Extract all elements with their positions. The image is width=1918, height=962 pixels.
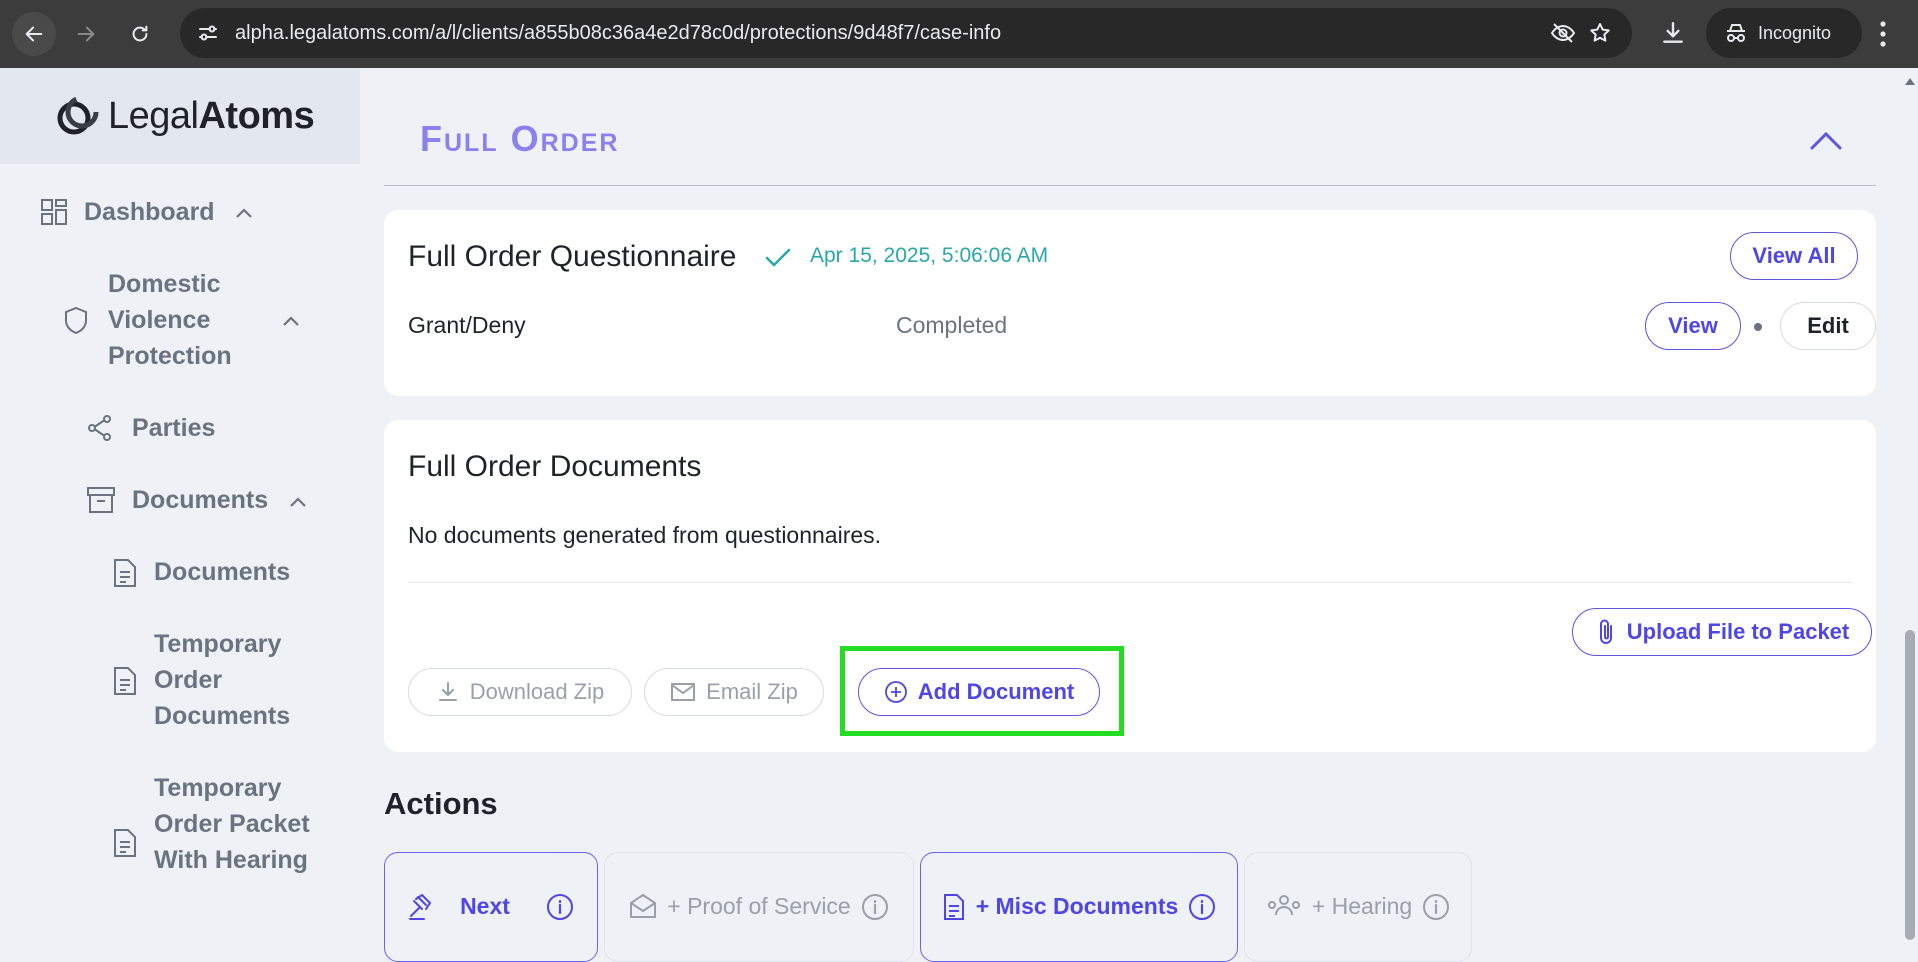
highlight-box	[840, 646, 1124, 736]
documents-title: Full Order Documents	[408, 450, 702, 483]
upload-file-label: Upload File to Packet	[1626, 619, 1850, 644]
gavel-icon	[409, 893, 432, 920]
edit-button[interactable]: Edit	[1780, 302, 1876, 350]
sidebar-item-label: Dashboard	[84, 198, 215, 226]
shield-icon	[65, 306, 87, 335]
info-icon[interactable]	[546, 893, 574, 921]
download-zip-label: Download Zip	[469, 679, 605, 704]
grid-icon	[41, 199, 67, 225]
site-settings-icon[interactable]	[196, 21, 220, 45]
check-icon	[765, 248, 791, 267]
people-icon	[1267, 895, 1300, 916]
sidebar-item-dashboard[interactable]: Dashboard	[40, 194, 215, 230]
email-zip-button[interactable]: Email Zip	[644, 668, 824, 716]
action-label: + Proof of Service	[667, 893, 851, 919]
sidebar-item-temporary-order-packet-with-hearing[interactable]: Temporary Order Packet With Hearing	[112, 770, 312, 878]
info-icon[interactable]	[1188, 893, 1216, 921]
back-button[interactable]	[12, 12, 56, 56]
sidebar-item-label: Documents	[132, 486, 269, 514]
action-proof-of-service[interactable]: + Proof of Service	[604, 852, 914, 962]
file-icon	[114, 829, 136, 857]
questionnaire-title: Full Order Questionnaire	[408, 240, 737, 273]
chevron-up-icon[interactable]	[281, 314, 301, 328]
sidebar-item-documents-sub[interactable]: Documents	[112, 554, 290, 590]
documents-card: Full Order Documents No documents genera…	[384, 420, 1876, 752]
download-icon	[438, 682, 457, 701]
email-zip-label: Email Zip	[706, 679, 798, 704]
browser-toolbar: alpha.legalatoms.com/a/l/clients/a855b08…	[0, 0, 1918, 68]
action-label: + Misc Documents	[975, 893, 1179, 919]
info-icon[interactable]	[1422, 893, 1450, 921]
mail-open-icon	[630, 893, 657, 918]
completed-timestamp: Apr 15, 2025, 5:06:06 AM	[810, 244, 1049, 267]
sidebar-item-documents[interactable]: Documents	[86, 482, 268, 518]
star-icon[interactable]	[1588, 21, 1612, 45]
incognito-icon	[1727, 24, 1745, 42]
incognito-label: Incognito	[1758, 22, 1832, 43]
sidebar-item-temporary-order-documents[interactable]: Temporary Order Documents	[112, 626, 302, 734]
action-label: + Hearing	[1311, 893, 1413, 919]
sidebar-item-label: Temporary Order Documents	[154, 630, 291, 730]
url-text: alpha.legalatoms.com/a/l/clients/a855b08…	[235, 22, 1002, 44]
paperclip-icon	[1599, 619, 1612, 644]
upload-file-button[interactable]: Upload File to Packet	[1572, 608, 1872, 656]
sidebar-item-label: Temporary Order Packet With Hearing	[154, 774, 310, 874]
main-content: Full Order Full Order Questionnaire Apr …	[360, 68, 1900, 962]
separator-dot	[1754, 323, 1762, 331]
view-all-button[interactable]: View All	[1730, 232, 1858, 280]
address-bar[interactable]: alpha.legalatoms.com/a/l/clients/a855b08…	[180, 8, 1632, 58]
scrollbar[interactable]	[1900, 68, 1918, 940]
download-icon[interactable]	[1660, 20, 1686, 46]
logo[interactable]: LegalAtoms	[0, 68, 360, 164]
logo-text: LegalAtoms	[108, 94, 315, 137]
mail-icon	[671, 683, 696, 701]
archive-icon	[87, 487, 115, 513]
forward-button[interactable]	[64, 12, 108, 56]
eye-off-icon[interactable]	[1550, 21, 1576, 45]
sidebar-item-domestic-violence-protection[interactable]: Domestic Violence Protection	[62, 266, 252, 374]
questionnaire-row-status: Completed	[896, 312, 1008, 338]
reload-button[interactable]	[118, 12, 162, 56]
legalatoms-logo-icon	[57, 95, 99, 135]
sidebar-item-label: Domestic Violence Protection	[108, 270, 232, 370]
chevron-up-icon[interactable]	[288, 495, 308, 509]
sidebar: LegalAtoms Dashboard Domestic Violence P…	[0, 68, 360, 940]
chevron-up-icon[interactable]	[234, 206, 254, 220]
download-zip-button[interactable]: Download Zip	[408, 668, 632, 716]
scrollbar-thumb[interactable]	[1905, 630, 1915, 940]
file-icon	[114, 667, 136, 695]
action-hearing[interactable]: + Hearing	[1244, 852, 1472, 962]
view-button[interactable]: View	[1645, 302, 1741, 350]
section-divider	[384, 185, 1876, 186]
sidebar-item-parties[interactable]: Parties	[86, 410, 215, 446]
empty-documents-text: No documents generated from questionnair…	[408, 522, 882, 548]
action-label: Next	[460, 893, 510, 919]
arrow-right-icon	[77, 26, 95, 42]
arrow-left-icon	[25, 26, 43, 42]
section-title: Full Order	[420, 118, 620, 159]
reload-icon	[132, 25, 148, 42]
questionnaire-card: Full Order Questionnaire Apr 15, 2025, 5…	[384, 210, 1876, 396]
actions-title: Actions	[384, 786, 498, 821]
documents-divider	[408, 582, 1852, 583]
more-menu-icon[interactable]	[1878, 20, 1888, 48]
file-icon	[943, 894, 964, 920]
scroll-up-arrow-icon[interactable]	[1904, 76, 1916, 86]
action-next[interactable]: Next	[384, 852, 598, 962]
file-icon	[114, 559, 136, 587]
sidebar-item-label: Documents	[154, 558, 291, 586]
chevron-up-icon[interactable]	[1808, 128, 1844, 152]
sidebar-item-label: Parties	[132, 414, 216, 442]
questionnaire-row-name: Grant/Deny	[408, 312, 526, 338]
info-icon[interactable]	[861, 893, 889, 921]
action-misc-documents[interactable]: + Misc Documents	[920, 852, 1238, 962]
share-icon	[88, 415, 111, 441]
incognito-badge[interactable]: Incognito	[1706, 8, 1862, 58]
